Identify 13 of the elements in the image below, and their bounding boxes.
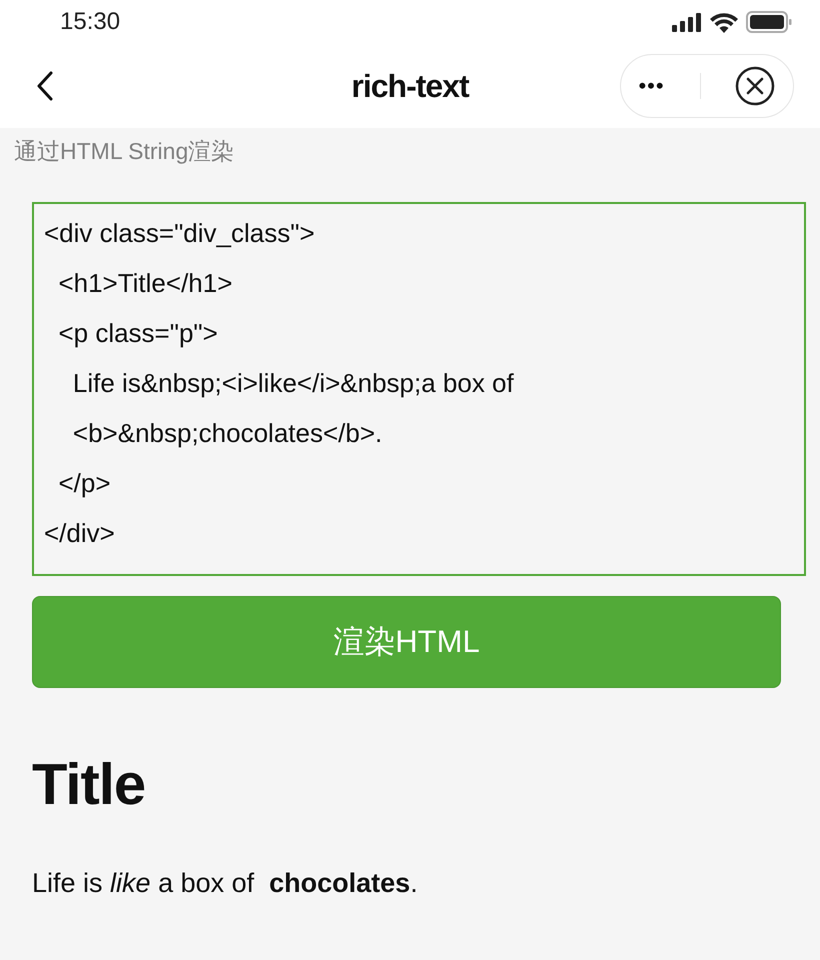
close-icon [735,66,776,106]
page-title: rich-text [351,68,469,104]
chevron-left-icon [36,71,54,101]
more-button[interactable]: ••• [638,73,665,99]
close-button[interactable] [735,66,776,106]
signal-icon [672,12,702,32]
status-time: 15:30 [60,8,120,36]
battery-icon [746,11,792,33]
section-label: 通过HTML String渲染 [14,137,236,166]
rendered-heading: Title [32,751,146,819]
html-input-field[interactable]: <div class="div_class"> <h1>Title</h1> <p class="p"> Life is&nbsp;<i>like</i>&nbsp;a box of <b>&nbsp;chocolates</b>. </p> </div> [32,202,806,576]
rendered-paragraph: Life is like a box of chocolates. [32,868,419,899]
wifi-icon [710,12,738,32]
